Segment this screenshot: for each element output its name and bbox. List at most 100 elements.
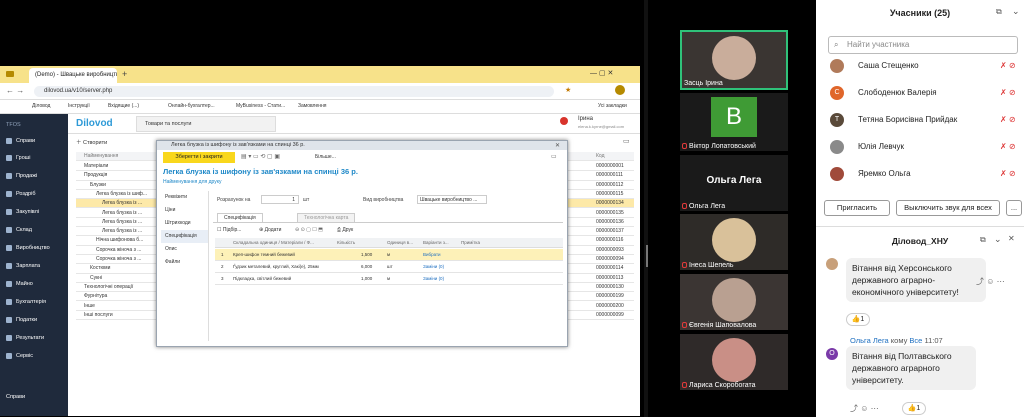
mic-off-icon[interactable]: ✗ ⊘	[1000, 111, 1016, 129]
invite-button[interactable]: Пригласить	[824, 200, 890, 216]
product-title[interactable]: Легка блузка із шифону із зав'язками на …	[163, 167, 358, 176]
bookmark-item[interactable]: Вхідящие (...)	[108, 103, 139, 109]
browser-menu-icon[interactable]	[6, 71, 14, 77]
nav-item[interactable]: Виробництво	[6, 241, 50, 255]
variant-link[interactable]: Заміни (0)	[423, 261, 444, 273]
app-tab-products[interactable]: Товари та послуги	[136, 116, 276, 132]
variant-link[interactable]: Заміни (0)	[423, 273, 444, 285]
bookmark-item[interactable]: Інструкції	[68, 103, 90, 109]
message-actions-icon[interactable]: ⤴ ☺ ⋯	[850, 403, 879, 414]
close-icon[interactable]: ✕	[1008, 234, 1015, 243]
nav-item[interactable]: Роздріб	[6, 187, 35, 201]
participant-row[interactable]: Юлія Левчук ✗ ⊘	[830, 138, 1020, 156]
side-tab[interactable]: Штрихкоди	[161, 217, 208, 230]
row-code: 0000000200	[596, 302, 624, 309]
reaction-badge[interactable]: 👍1	[846, 313, 870, 326]
video-tile[interactable]: Лариса Скоробогата	[680, 334, 788, 390]
bookmark-item[interactable]: Онлайн-бухгалтер...	[168, 103, 215, 109]
mic-off-icon[interactable]: ✗ ⊘	[1000, 57, 1016, 75]
star-icon[interactable]: ★	[565, 86, 571, 94]
mic-off-icon[interactable]: ✗ ⊘	[1000, 138, 1016, 156]
quantity[interactable]: 1,000	[361, 273, 372, 285]
nav-item[interactable]: Продажі	[6, 169, 37, 183]
popout-icon[interactable]: ⧉	[980, 235, 986, 245]
all-bookmarks[interactable]: Усі закладки	[598, 103, 627, 109]
spec-row[interactable]: 2 Ґудзик металевий, круглий, Хакі(е), 25м…	[215, 261, 563, 273]
row-tools-icons[interactable]: ⊖ ⊙ ▢ ☐ ⬒	[295, 227, 323, 233]
popout-icon[interactable]: ⧉	[996, 7, 1002, 17]
add-button[interactable]: ⊕ Додати	[259, 227, 281, 233]
comment-icon[interactable]: ▭	[551, 153, 557, 160]
resize-handle[interactable]	[646, 245, 648, 267]
nav-item[interactable]: Сервіс	[6, 349, 33, 363]
production-type-select[interactable]: Швацьке виробництво ...	[417, 195, 487, 204]
video-tile[interactable]: Інеса Шепель	[680, 214, 788, 270]
window-controls-icon[interactable]: — ▢ ✕	[590, 69, 613, 77]
browser-tab[interactable]: (Demo) - Швацьке виробництв...	[29, 68, 117, 83]
profile-avatar[interactable]	[615, 85, 625, 95]
more-menu[interactable]: Більше...	[315, 154, 336, 160]
nav-item[interactable]: Гроші	[6, 151, 30, 165]
video-tile[interactable]: Євгенія Шаповалова	[680, 274, 788, 330]
video-tile[interactable]: В Віктор Лопатовський	[680, 93, 788, 151]
mute-all-button[interactable]: Выключить звук для всех	[896, 200, 1000, 216]
new-tab-icon[interactable]: +	[122, 69, 127, 79]
pick-button[interactable]: ☐ Підбір...	[217, 227, 241, 233]
toolbar-icons[interactable]: ▤ ▾ ▭ ⟲ ▢ ▣	[241, 153, 280, 160]
subtab-specification[interactable]: Специфікація	[217, 213, 263, 222]
video-tile[interactable]: Засць Ірина	[680, 30, 788, 90]
variant-link[interactable]: Вибрати	[423, 249, 441, 261]
unit: шт	[387, 264, 393, 269]
participant-search-input[interactable]: Найти участника	[828, 36, 1018, 54]
panel-divider[interactable]	[644, 0, 648, 417]
nav-item[interactable]: Майно	[6, 277, 33, 291]
side-tab[interactable]: Файли	[161, 256, 208, 269]
nav-item[interactable]: Податки	[6, 313, 37, 327]
participant-row[interactable]: Саша Стещенко ✗ ⊘	[830, 57, 1020, 75]
video-tile[interactable]: Ольга Лега Ольга Лега	[680, 155, 788, 211]
bookmark-item[interactable]: Діловод	[32, 103, 50, 109]
reaction-badge[interactable]: 👍1	[902, 402, 926, 415]
participant-row[interactable]: Т Тетяна Борисівна Прийдак ✗ ⊘	[830, 111, 1020, 129]
side-tab-active[interactable]: Специфікація	[161, 230, 208, 243]
nav-item[interactable]: Закупівлі	[6, 205, 39, 219]
url-input[interactable]: dilovod.ua/v10/server.php	[34, 86, 554, 97]
close-icon[interactable]: ✕	[555, 142, 560, 149]
create-button[interactable]: ＋ Створити	[76, 138, 107, 146]
print-button[interactable]: ⎙ Друк	[337, 227, 353, 233]
back-forward-icon[interactable]: ← →	[6, 86, 24, 95]
side-tab[interactable]: Ціни	[161, 204, 208, 217]
message-actions-icon[interactable]: ⤴ ☺ ⋯	[976, 276, 1005, 287]
notification-icon[interactable]	[560, 117, 568, 125]
nav-item[interactable]: Зарплата	[6, 259, 40, 273]
mic-off-icon	[682, 143, 687, 150]
nav-item[interactable]: Склад	[6, 223, 32, 237]
bookmark-item[interactable]: Замовлення	[298, 103, 327, 109]
chevron-down-icon[interactable]: ⌄	[1012, 6, 1020, 17]
quantity[interactable]: 6,000	[361, 261, 372, 273]
row-code: 0000000115	[596, 190, 624, 197]
mic-off-icon[interactable]: ✗ ⊘	[1000, 165, 1016, 183]
calc-input[interactable]: 1	[261, 195, 299, 204]
participant-row[interactable]: С Слободенюк Валерія ✗ ⊘	[830, 84, 1020, 102]
nav-footer-item[interactable]: Справи	[6, 390, 25, 404]
spec-row[interactable]: 1 Креп-шифон темний бежевий 1,500 м Вибрати	[215, 249, 563, 261]
nav-item[interactable]: Справи	[6, 134, 35, 148]
quantity[interactable]: 1,500	[361, 249, 372, 261]
nav-item[interactable]: Результати	[6, 331, 44, 345]
side-tab[interactable]: Опис	[161, 243, 208, 256]
chevron-down-icon[interactable]: ⌄	[994, 234, 1002, 245]
nav-item[interactable]: Бухгалтерія	[6, 295, 46, 309]
more-options-button[interactable]: ...	[1006, 200, 1022, 216]
subtab-tech-card[interactable]: Технологічна карта	[297, 213, 356, 222]
side-tab[interactable]: Реквізити	[161, 191, 208, 204]
bookmark-item[interactable]: MyBusiness - Стати...	[236, 103, 285, 109]
chat-icon[interactable]: ▭	[623, 137, 630, 145]
participant-row[interactable]: Яремко Ольга ✗ ⊘	[830, 165, 1020, 183]
mic-off-icon[interactable]: ✗ ⊘	[1000, 84, 1016, 102]
participant-face	[712, 36, 756, 80]
save-and-close-button[interactable]: Зберегти і закрити	[163, 152, 235, 163]
print-name-link[interactable]: Найменування для друку	[163, 179, 221, 185]
spec-row[interactable]: 3 Підкладка, світлий бежевий 1,000 м Заміни …	[215, 273, 563, 285]
participant-face	[712, 338, 756, 382]
